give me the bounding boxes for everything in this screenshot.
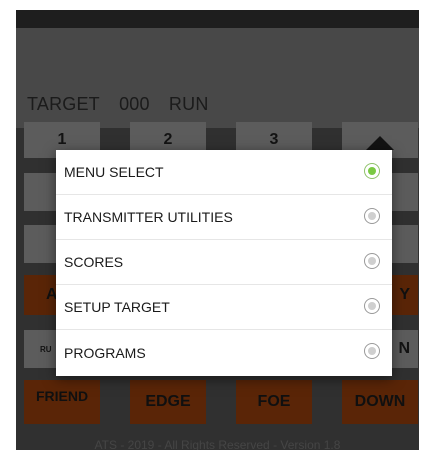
menu-item-label: TRANSMITTER UTILITIES [64,209,233,225]
radio-unselected-icon[interactable] [364,298,380,314]
menu-item-label: SETUP TARGET [64,299,170,315]
radio-unselected-icon[interactable] [364,208,380,224]
menu-dialog: MENU SELECT TRANSMITTER UTILITIES SCORES… [56,150,392,376]
menu-item-label: MENU SELECT [64,164,164,180]
menu-item-label: PROGRAMS [64,344,146,361]
menu-item-setup-target[interactable]: SETUP TARGET [56,285,392,330]
menu-item-scores[interactable]: SCORES [56,240,392,285]
menu-item-transmitter-utilities[interactable]: TRANSMITTER UTILITIES [56,195,392,240]
menu-item-menu-select[interactable]: MENU SELECT [56,150,392,195]
radio-selected-icon[interactable] [364,163,380,179]
menu-item-label: SCORES [64,254,124,270]
radio-unselected-icon[interactable] [364,253,380,269]
menu-item-programs[interactable]: PROGRAMS [56,330,392,375]
radio-unselected-icon[interactable] [364,343,380,359]
